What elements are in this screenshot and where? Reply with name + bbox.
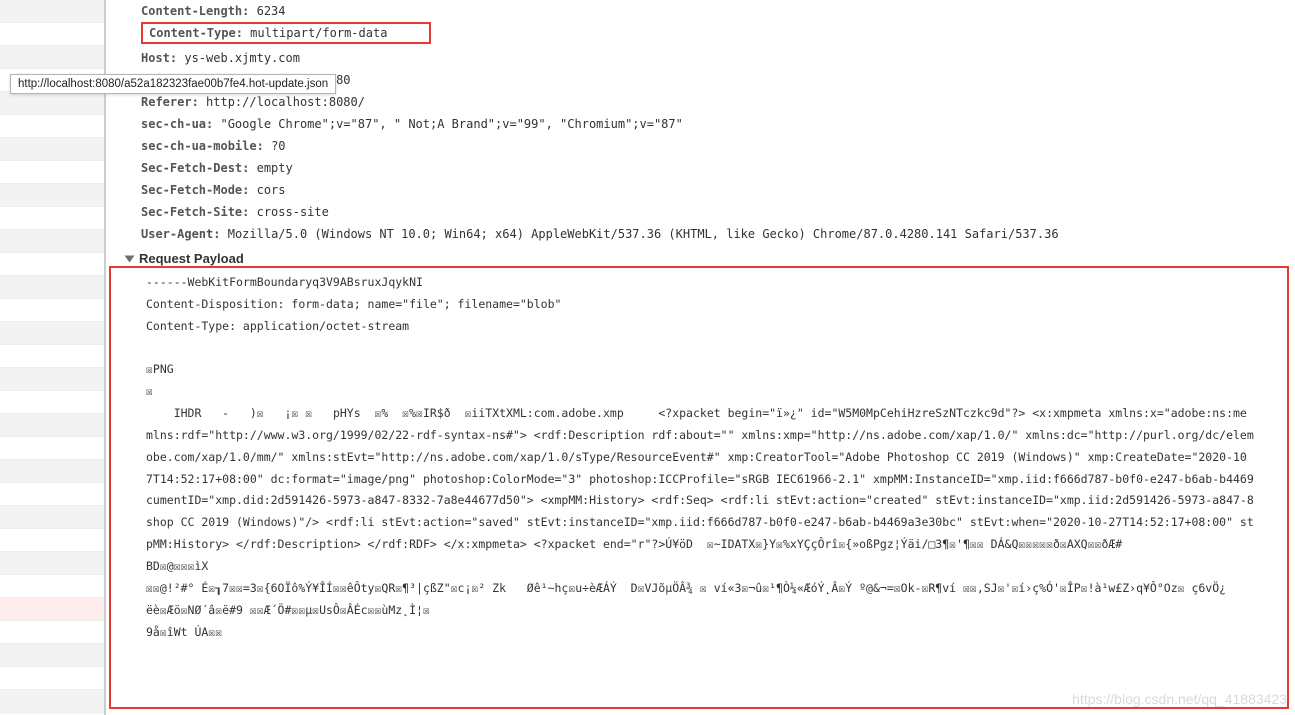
section-title: Request Payload <box>139 251 244 266</box>
sidebar-row[interactable] <box>0 161 104 184</box>
header-content-length[interactable]: Content-Length: 6234 <box>141 0 1295 22</box>
sidebar-row[interactable] <box>0 391 104 414</box>
sidebar-row[interactable] <box>0 184 104 207</box>
request-payload-content[interactable]: ------WebKitFormBoundaryq3V9ABsruxJqykNI… <box>111 272 1295 643</box>
header-name: Host: <box>141 51 177 65</box>
header-referer[interactable]: Referer: http://localhost:8080/ <box>141 91 1295 113</box>
sidebar-row[interactable] <box>0 276 104 299</box>
header-value: http://localhost:8080/ <box>206 95 365 109</box>
header-name: sec-ch-ua-mobile: <box>141 139 264 153</box>
header-value: ?0 <box>271 139 285 153</box>
header-value: 6234 <box>257 4 286 18</box>
header-name: Sec-Fetch-Dest: <box>141 161 249 175</box>
header-value: Mozilla/5.0 (Windows NT 10.0; Win64; x64… <box>228 227 1059 241</box>
sidebar-row[interactable] <box>0 0 104 23</box>
header-user-agent[interactable]: User-Agent: Mozilla/5.0 (Windows NT 10.0… <box>141 223 1295 245</box>
header-value: cross-site <box>257 205 329 219</box>
header-name: Referer: <box>141 95 199 109</box>
header-name: Sec-Fetch-Mode: <box>141 183 249 197</box>
header-name: Content-Type: <box>149 26 243 40</box>
header-name: Content-Length: <box>141 4 249 18</box>
header-sec-fetch-mode[interactable]: Sec-Fetch-Mode: cors <box>141 179 1295 201</box>
sidebar-row[interactable] <box>0 253 104 276</box>
sidebar-row[interactable] <box>0 575 104 598</box>
sidebar-row-active[interactable] <box>0 598 104 621</box>
sidebar-row[interactable] <box>0 299 104 322</box>
header-sec-ch-ua-mobile[interactable]: sec-ch-ua-mobile: ?0 <box>141 135 1295 157</box>
header-name: User-Agent: <box>141 227 220 241</box>
sidebar-row[interactable] <box>0 322 104 345</box>
header-sec-fetch-dest[interactable]: Sec-Fetch-Dest: empty <box>141 157 1295 179</box>
sidebar-row[interactable] <box>0 667 104 690</box>
sidebar-row[interactable] <box>0 644 104 667</box>
sidebar-row[interactable] <box>0 437 104 460</box>
sidebar-row[interactable] <box>0 230 104 253</box>
sidebar <box>0 0 105 715</box>
header-host[interactable]: Host: ys-web.xjmty.com <box>141 47 1295 69</box>
sidebar-row[interactable] <box>0 345 104 368</box>
sidebar-row[interactable] <box>0 92 104 115</box>
sidebar-row[interactable] <box>0 207 104 230</box>
sidebar-row[interactable] <box>0 506 104 529</box>
expand-icon <box>125 255 135 262</box>
request-payload-section[interactable]: Request Payload <box>111 245 1295 272</box>
request-headers-block: Content-Length: 6234 Content-Type: multi… <box>111 0 1295 245</box>
header-value: "Google Chrome";v="87", " Not;A Brand";v… <box>220 117 682 131</box>
sidebar-row[interactable] <box>0 414 104 437</box>
sidebar-row[interactable] <box>0 529 104 552</box>
header-value: empty <box>257 161 293 175</box>
sidebar-row[interactable] <box>0 483 104 506</box>
header-sec-fetch-site[interactable]: Sec-Fetch-Site: cross-site <box>141 201 1295 223</box>
watermark: https://blog.csdn.net/qq_41883423 <box>1072 691 1287 707</box>
header-value: multipart/form-data <box>250 26 387 40</box>
sidebar-row[interactable] <box>0 690 104 713</box>
header-name: sec-ch-ua: <box>141 117 213 131</box>
sidebar-row[interactable] <box>0 460 104 483</box>
hover-tooltip: http://localhost:8080/a52a182323fae00b7f… <box>10 74 336 94</box>
header-value: ys-web.xjmty.com <box>184 51 300 65</box>
main-panel: Content-Length: 6234 Content-Type: multi… <box>105 0 1295 715</box>
header-sec-ch-ua[interactable]: sec-ch-ua: "Google Chrome";v="87", " Not… <box>141 113 1295 135</box>
sidebar-row[interactable] <box>0 115 104 138</box>
sidebar-row[interactable] <box>0 23 104 46</box>
sidebar-row[interactable] <box>0 368 104 391</box>
sidebar-row[interactable] <box>0 552 104 575</box>
sidebar-row[interactable] <box>0 138 104 161</box>
sidebar-row[interactable] <box>0 621 104 644</box>
header-value: cors <box>257 183 286 197</box>
sidebar-row[interactable] <box>0 46 104 69</box>
header-content-type[interactable]: Content-Type: multipart/form-data <box>141 22 431 44</box>
header-name: Sec-Fetch-Site: <box>141 205 249 219</box>
